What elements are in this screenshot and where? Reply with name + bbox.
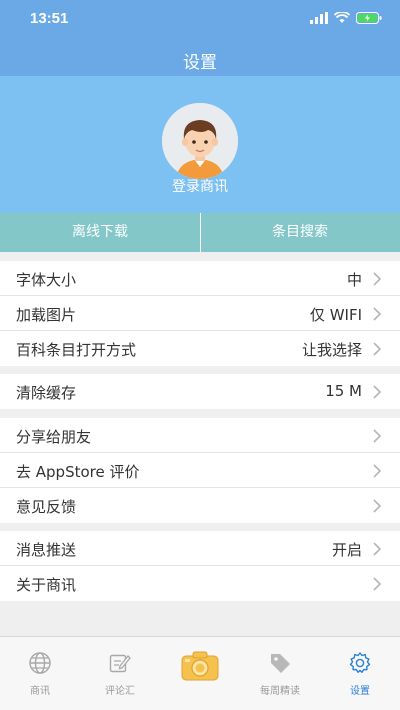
setting-label: 百科条目打开方式	[16, 341, 137, 359]
tab-camera[interactable]	[160, 637, 240, 710]
setting-label: 去 AppStore 评价	[16, 463, 140, 481]
setting-label: 关于商讯	[16, 576, 77, 594]
pen-paper-icon	[109, 654, 131, 673]
setting-value: 开启	[331, 541, 362, 559]
chevron-right-icon	[373, 429, 382, 443]
tag-icon	[271, 654, 290, 673]
chevron-right-icon	[373, 385, 382, 399]
setting-value: 15 M	[325, 382, 362, 400]
chevron-right-icon	[373, 577, 382, 591]
chevron-right-icon	[373, 499, 382, 513]
chevron-right-icon	[373, 342, 382, 356]
tab-weekly-reading[interactable]: 每周精读	[240, 637, 320, 710]
action-bar: 离线下载 条目搜索	[0, 213, 400, 252]
tab-settings[interactable]: 设置	[320, 637, 400, 710]
profile-header: 登录商讯	[0, 76, 400, 213]
settings-group-social: 分享给朋友 去 AppStore 评价 意见反馈	[0, 418, 400, 523]
nav-bar: 设置	[0, 40, 400, 76]
page-title: 设置	[183, 53, 217, 73]
status-bar: 13:51	[0, 0, 400, 40]
setting-label: 意见反馈	[16, 498, 77, 516]
entry-search-button[interactable]: 条目搜索	[200, 213, 400, 252]
setting-label: 分享给朋友	[16, 428, 92, 446]
chevron-right-icon	[373, 542, 382, 556]
tab-label: 商讯	[30, 686, 50, 697]
wifi-icon	[334, 12, 350, 23]
gear-icon	[349, 652, 371, 673]
setting-share-friends[interactable]: 分享给朋友	[0, 418, 400, 453]
tab-label: 评论汇	[105, 686, 135, 697]
user-avatar-icon	[162, 103, 238, 179]
tab-label: 设置	[350, 686, 370, 697]
setting-value: 仅 WIFI	[309, 306, 362, 324]
signal-icon	[310, 12, 328, 24]
setting-value: 中	[346, 271, 362, 289]
avatar[interactable]	[162, 103, 238, 179]
settings-group-cache: 清除缓存 15 M	[0, 374, 400, 409]
setting-entry-open-mode[interactable]: 百科条目打开方式 让我选择	[0, 331, 400, 366]
setting-clear-cache[interactable]: 清除缓存 15 M	[0, 374, 400, 409]
chevron-right-icon	[373, 464, 382, 478]
setting-load-images[interactable]: 加载图片 仅 WIFI	[0, 296, 400, 331]
battery-icon	[356, 12, 382, 24]
status-time: 13:51	[30, 10, 69, 27]
tab-reviews[interactable]: 评论汇	[80, 637, 160, 710]
globe-icon	[29, 652, 51, 674]
setting-font-size[interactable]: 字体大小 中	[0, 261, 400, 296]
setting-appstore-review[interactable]: 去 AppStore 评价	[0, 453, 400, 488]
setting-about[interactable]: 关于商讯	[0, 566, 400, 601]
settings-group-misc: 消息推送 开启 关于商讯	[0, 531, 400, 601]
setting-value: 让我选择	[301, 341, 362, 359]
settings-group-display: 字体大小 中 加载图片 仅 WIFI 百科条目打开方式 让我选择	[0, 261, 400, 366]
setting-label: 加载图片	[16, 306, 77, 324]
tab-label: 每周精读	[260, 686, 300, 697]
tab-bar: 商讯 评论汇 每周精读 设置	[0, 636, 400, 710]
offline-download-button[interactable]: 离线下载	[0, 213, 200, 252]
setting-label: 清除缓存	[16, 384, 77, 402]
tab-news[interactable]: 商讯	[0, 637, 80, 710]
setting-feedback[interactable]: 意见反馈	[0, 488, 400, 523]
setting-label: 消息推送	[16, 541, 77, 559]
status-icons	[310, 12, 382, 24]
chevron-right-icon	[373, 272, 382, 286]
camera-icon	[181, 651, 219, 681]
setting-push-notifications[interactable]: 消息推送 开启	[0, 531, 400, 566]
setting-label: 字体大小	[16, 271, 77, 289]
login-link[interactable]: 登录商讯	[0, 176, 400, 196]
chevron-right-icon	[373, 307, 382, 321]
